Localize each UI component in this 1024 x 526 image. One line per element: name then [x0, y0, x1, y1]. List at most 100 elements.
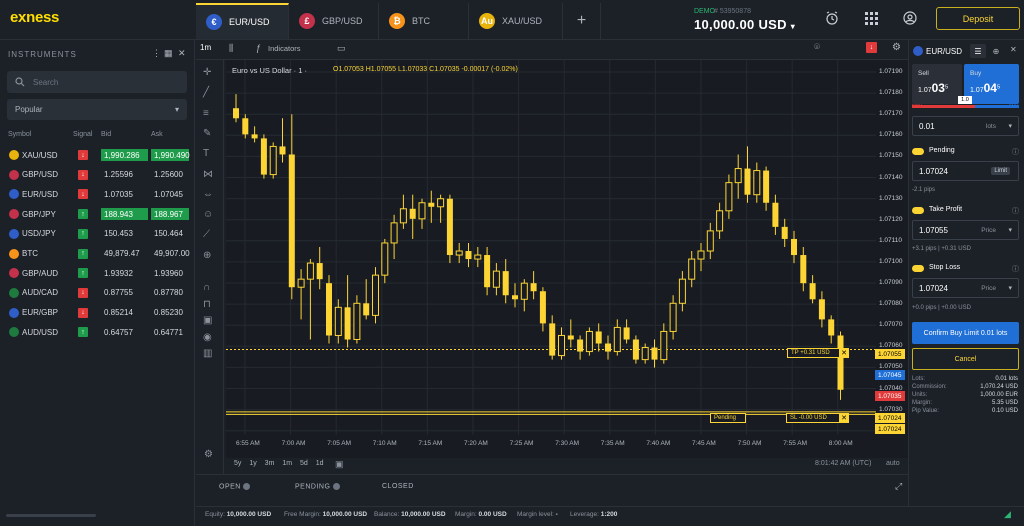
- scrollbar[interactable]: [6, 514, 96, 517]
- alarm-clock-icon[interactable]: [825, 11, 839, 25]
- instrument-row[interactable]: BTC ↑ 49,879.47 49,907.00: [0, 244, 194, 264]
- calendar-icon[interactable]: ▣: [335, 459, 344, 470]
- candle[interactable]: [428, 190, 435, 223]
- stop-loss-input[interactable]: 1.07024 Price ▾: [912, 278, 1019, 298]
- candle[interactable]: [260, 134, 267, 179]
- instrument-row[interactable]: XAU/USD ↓ 1,990.286 1,990.490: [0, 145, 194, 165]
- tab-xauusd[interactable]: Au XAU/USD: [469, 3, 563, 39]
- indicators-button[interactable]: Indicators: [268, 44, 301, 53]
- cancel-order-button[interactable]: Cancel: [912, 348, 1019, 370]
- candle[interactable]: [353, 295, 361, 344]
- deposit-button[interactable]: Deposit: [936, 7, 1020, 30]
- candle[interactable]: [381, 238, 389, 284]
- search-input[interactable]: Search: [7, 71, 187, 93]
- confirm-order-button[interactable]: Confirm Buy Limit 0.01 lots: [912, 322, 1019, 344]
- settings-gear-icon[interactable]: ⚙: [892, 42, 901, 53]
- candle[interactable]: [837, 331, 844, 400]
- candle[interactable]: [363, 279, 370, 320]
- tab-pending-orders[interactable]: PENDING: [295, 483, 340, 490]
- candle[interactable]: [660, 323, 668, 364]
- candle[interactable]: [484, 246, 491, 296]
- pending-price-input[interactable]: 1.07024 Limit: [912, 161, 1019, 181]
- instrument-row[interactable]: AUD/CAD ↓ 0.87755 0.87780: [0, 283, 194, 303]
- candle[interactable]: [772, 194, 779, 235]
- more-options-icon[interactable]: ⋮: [152, 48, 161, 59]
- instrument-row[interactable]: EUR/USD ↓ 1.07035 1.07045: [0, 184, 194, 204]
- sl-line-label[interactable]: SL -0.00 USD: [786, 413, 841, 423]
- candle[interactable]: [269, 142, 277, 179]
- candle[interactable]: [549, 315, 556, 360]
- settings-icon[interactable]: ⚙: [204, 449, 213, 460]
- candle[interactable]: [455, 242, 463, 264]
- candle[interactable]: [297, 269, 305, 320]
- tab-closed-orders[interactable]: CLOSED: [382, 483, 414, 490]
- trendline-icon[interactable]: ╱: [203, 87, 209, 98]
- indicators-icon[interactable]: ƒ: [256, 43, 261, 53]
- candle[interactable]: [437, 194, 445, 223]
- order-form-icon[interactable]: ☰: [970, 44, 986, 58]
- tab-gbpusd[interactable]: £ GBP/USD: [289, 3, 379, 39]
- candle[interactable]: [753, 162, 761, 203]
- camera-icon[interactable]: ⌾: [814, 42, 820, 53]
- candle[interactable]: [800, 246, 807, 292]
- candle[interactable]: [474, 246, 482, 268]
- candle[interactable]: [632, 335, 639, 364]
- candle[interactable]: [288, 114, 295, 300]
- candle[interactable]: [233, 94, 239, 123]
- text-icon[interactable]: T: [203, 148, 209, 159]
- candle[interactable]: [279, 118, 286, 163]
- pending-toggle[interactable]: [912, 148, 924, 155]
- candle[interactable]: [809, 275, 816, 304]
- instrument-row[interactable]: GBP/AUD ↑ 1.93932 1.93960: [0, 263, 194, 283]
- candle[interactable]: [326, 275, 332, 344]
- instrument-row[interactable]: USD/JPY ↑ 150.453 150.464: [0, 224, 194, 244]
- apps-grid-icon[interactable]: [864, 11, 878, 25]
- add-tab-icon[interactable]: +: [563, 3, 601, 39]
- close-icon[interactable]: ✕: [1010, 45, 1017, 54]
- candle[interactable]: [585, 327, 593, 356]
- candle[interactable]: [465, 242, 472, 268]
- info-icon[interactable]: ⓘ: [1012, 147, 1019, 157]
- close-sl-icon[interactable]: ✕: [839, 413, 849, 423]
- trash-icon[interactable]: ▥: [203, 348, 212, 359]
- instrument-row[interactable]: GBP/JPY ↑ 188.943 188.967: [0, 204, 194, 224]
- eye-icon[interactable]: ◉: [203, 332, 212, 343]
- candle[interactable]: [725, 174, 733, 219]
- ruler-icon[interactable]: ⟋: [203, 229, 210, 240]
- candle[interactable]: [372, 267, 379, 324]
- candle[interactable]: [558, 327, 565, 360]
- candle[interactable]: [781, 218, 788, 247]
- measure-icon[interactable]: ⇔: [203, 189, 213, 200]
- candle[interactable]: [418, 198, 426, 229]
- instrument-filter-select[interactable]: Popular ▾: [7, 99, 187, 120]
- candle[interactable]: [577, 335, 584, 360]
- candle[interactable]: [623, 319, 630, 344]
- pattern-icon[interactable]: ⋈: [203, 169, 213, 180]
- tp-line-label[interactable]: TP +0.31 USD: [787, 348, 841, 358]
- template-icon[interactable]: ▭: [337, 43, 346, 54]
- period-selector[interactable]: 5y 1y 3m 1m 5d 1d: [234, 460, 324, 467]
- close-panel-icon[interactable]: ✕: [178, 48, 186, 59]
- stop-loss-toggle[interactable]: [912, 265, 924, 272]
- instrument-row[interactable]: EUR/GBP ↓ 0.85214 0.85230: [0, 303, 194, 323]
- auto-scale-toggle[interactable]: auto: [886, 460, 900, 467]
- sell-button[interactable]: Sell 1.07035: [912, 64, 962, 104]
- account-balance[interactable]: 10,000.00 USD ▾: [694, 17, 795, 32]
- info-icon[interactable]: ⓘ: [1012, 264, 1019, 274]
- zoom-in-icon[interactable]: ⊕: [203, 250, 211, 261]
- close-tp-icon[interactable]: ✕: [839, 348, 849, 358]
- candle-type-icon[interactable]: ⫼: [229, 43, 233, 54]
- one-click-icon[interactable]: ⊕: [988, 44, 1004, 58]
- instrument-row[interactable]: AUD/USD ↑ 0.64757 0.64771: [0, 322, 194, 342]
- candle[interactable]: [409, 194, 416, 239]
- candle[interactable]: [716, 202, 724, 239]
- pending-order-label[interactable]: Pending: [710, 413, 746, 423]
- exness-logo[interactable]: exness: [10, 9, 59, 26]
- candle[interactable]: [688, 251, 696, 288]
- brush-icon[interactable]: ✎: [203, 128, 211, 139]
- candle[interactable]: [567, 319, 574, 348]
- take-profit-toggle[interactable]: [912, 207, 924, 214]
- candle[interactable]: [446, 194, 453, 264]
- candle[interactable]: [651, 339, 658, 368]
- smile-icon[interactable]: ☺: [203, 209, 213, 220]
